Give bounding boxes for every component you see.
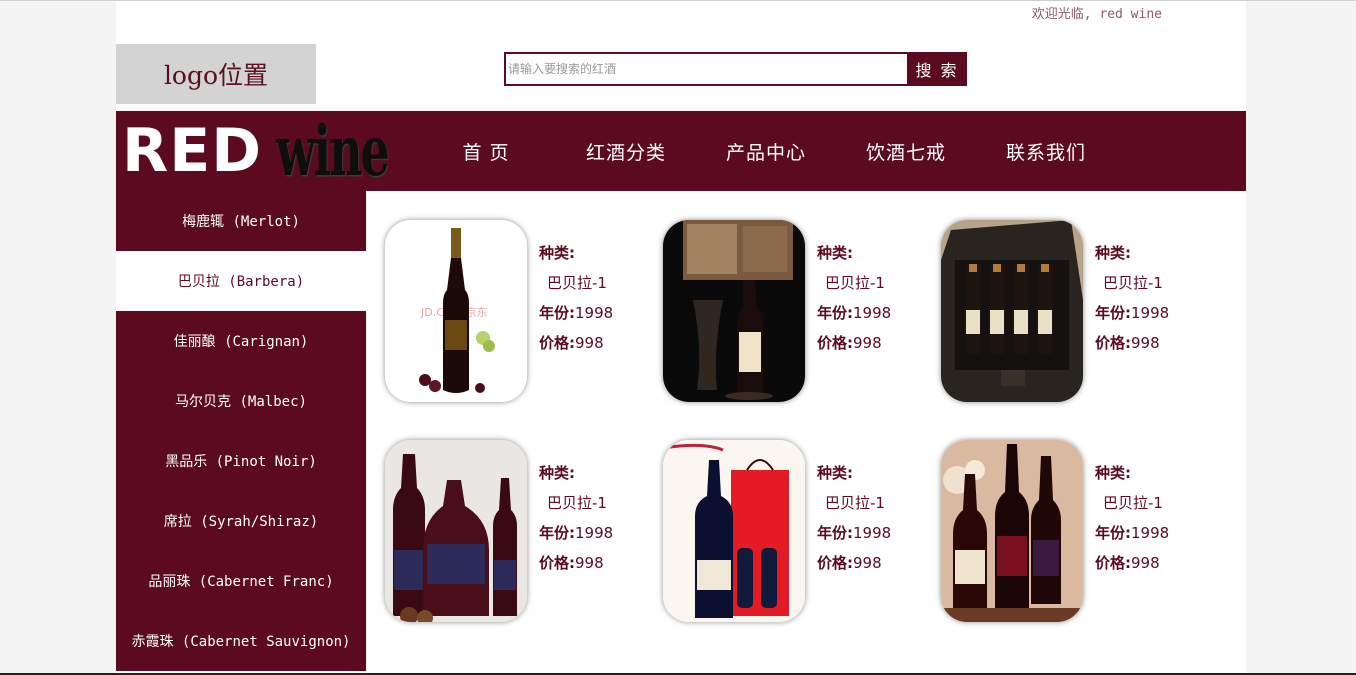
label-type: 种类: [817, 464, 853, 482]
nav-item-products[interactable]: 产品中心 [696, 111, 836, 191]
product-variety: 巴贝拉-1 [1103, 274, 1163, 292]
product-image[interactable] [385, 440, 527, 622]
product-price: 998 [853, 554, 882, 572]
sidebar: 梅鹿辄 (Merlot) 巴贝拉 (Barbera) 佳丽酿 (Carignan… [116, 191, 366, 671]
product-price: 998 [575, 334, 604, 352]
sidebar-item-cabernet-franc[interactable]: 品丽珠 (Cabernet Franc) [116, 551, 366, 611]
product-image[interactable] [663, 220, 805, 402]
search-bar: 搜 索 [504, 52, 967, 86]
product-card[interactable]: 种类: 巴贝拉-1 年份:1998 价格:998 [941, 220, 1211, 402]
label-year: 年份: [539, 524, 575, 542]
welcome-text: 欢迎光临, red wine [1031, 7, 1162, 22]
product-card[interactable]: 种类: 巴贝拉-1 年份:1998 价格:998 [385, 440, 655, 622]
nav-item-categories[interactable]: 红酒分类 [556, 111, 696, 191]
product-price: 998 [1131, 334, 1160, 352]
sidebar-item-pinot-noir[interactable]: 黑品乐 (Pinot Noir) [116, 431, 366, 491]
sidebar-item-malbec[interactable]: 马尔贝克 (Malbec) [116, 371, 366, 431]
product-info: 种类: 巴贝拉-1 年份:1998 价格:998 [817, 238, 891, 358]
label-year: 年份: [817, 304, 853, 322]
product-card[interactable]: 种类: 巴贝拉-1 年份:1998 价格:998 [941, 440, 1211, 622]
product-price: 998 [853, 334, 882, 352]
product-year: 1998 [575, 524, 614, 542]
wine-bottle-image: JD.COM 京东 [385, 220, 527, 402]
label-type: 种类: [1095, 244, 1131, 262]
logo-placeholder[interactable]: logo位置 [116, 44, 316, 104]
product-info: 种类: 巴贝拉-1 年份:1998 价格:998 [539, 238, 613, 358]
product-year: 1998 [1131, 304, 1170, 322]
wine-cellar-image [663, 220, 805, 402]
product-year: 1998 [853, 524, 892, 542]
product-image[interactable]: JD.COM 京东 [385, 220, 527, 402]
sidebar-item-barbera[interactable]: 巴贝拉 (Barbera) [116, 251, 366, 311]
label-year: 年份: [817, 524, 853, 542]
wine-gift-box-image [941, 220, 1083, 402]
page-container: 欢迎光临, red wine logo位置 搜 索 RED wine 首 页 红… [116, 1, 1246, 675]
product-year: 1998 [1131, 524, 1170, 542]
label-price: 价格: [539, 554, 575, 572]
product-image[interactable] [663, 440, 805, 622]
nav-menu: 首 页 红酒分类 产品中心 饮酒七戒 联系我们 [416, 111, 1116, 191]
label-type: 种类: [539, 464, 575, 482]
product-year: 1998 [575, 304, 614, 322]
label-type: 种类: [817, 244, 853, 262]
nav-item-contact[interactable]: 联系我们 [976, 111, 1116, 191]
label-price: 价格: [817, 334, 853, 352]
product-info: 种类: 巴贝拉-1 年份:1998 价格:998 [1095, 458, 1169, 578]
product-card[interactable]: 种类: 巴贝拉-1 年份:1998 价格:998 [663, 220, 933, 402]
label-type: 种类: [539, 244, 575, 262]
label-year: 年份: [1095, 524, 1131, 542]
label-type: 种类: [1095, 464, 1131, 482]
sidebar-item-merlot[interactable]: 梅鹿辄 (Merlot) [116, 191, 366, 251]
product-variety: 巴贝拉-1 [825, 274, 885, 292]
label-price: 价格: [817, 554, 853, 572]
product-price: 998 [575, 554, 604, 572]
nav-item-home[interactable]: 首 页 [416, 111, 556, 191]
product-variety: 巴贝拉-1 [825, 494, 885, 512]
sidebar-item-carignan[interactable]: 佳丽酿 (Carignan) [116, 311, 366, 371]
sidebar-item-syrah[interactable]: 席拉 (Syrah/Shiraz) [116, 491, 366, 551]
main-navbar: RED wine 首 页 红酒分类 产品中心 饮酒七戒 联系我们 [116, 111, 1246, 191]
product-card[interactable]: JD.COM 京东 种类: 巴贝拉-1 年份:1998 价格:998 [385, 220, 655, 402]
product-info: 种类: 巴贝拉-1 年份:1998 价格:998 [817, 458, 891, 578]
product-card[interactable]: 种类: 巴贝拉-1 年份:1998 价格:998 [663, 440, 933, 622]
product-image[interactable] [941, 440, 1083, 622]
product-variety: 巴贝拉-1 [547, 494, 607, 512]
wine-bottles-image [385, 440, 527, 622]
sidebar-item-cabernet-sauvignon[interactable]: 赤霞珠 (Cabernet Sauvignon) [116, 611, 366, 671]
product-variety: 巴贝拉-1 [547, 274, 607, 292]
search-input[interactable] [504, 52, 907, 86]
wine-trio-image [941, 440, 1083, 622]
label-price: 价格: [1095, 334, 1131, 352]
label-price: 价格: [1095, 554, 1131, 572]
label-price: 价格: [539, 334, 575, 352]
label-year: 年份: [1095, 304, 1131, 322]
product-info: 种类: 巴贝拉-1 年份:1998 价格:998 [1095, 238, 1169, 358]
brand-logo[interactable]: RED wine [122, 110, 390, 192]
nav-item-drinking-rules[interactable]: 饮酒七戒 [836, 111, 976, 191]
label-year: 年份: [539, 304, 575, 322]
wine-red-bag-image [663, 440, 805, 622]
product-variety: 巴贝拉-1 [1103, 494, 1163, 512]
product-info: 种类: 巴贝拉-1 年份:1998 价格:998 [539, 458, 613, 578]
brand-wine-text: wine [276, 110, 390, 192]
brand-red-text: RED [122, 116, 262, 186]
search-button[interactable]: 搜 索 [907, 52, 967, 86]
product-price: 998 [1131, 554, 1160, 572]
product-year: 1998 [853, 304, 892, 322]
product-image[interactable] [941, 220, 1083, 402]
